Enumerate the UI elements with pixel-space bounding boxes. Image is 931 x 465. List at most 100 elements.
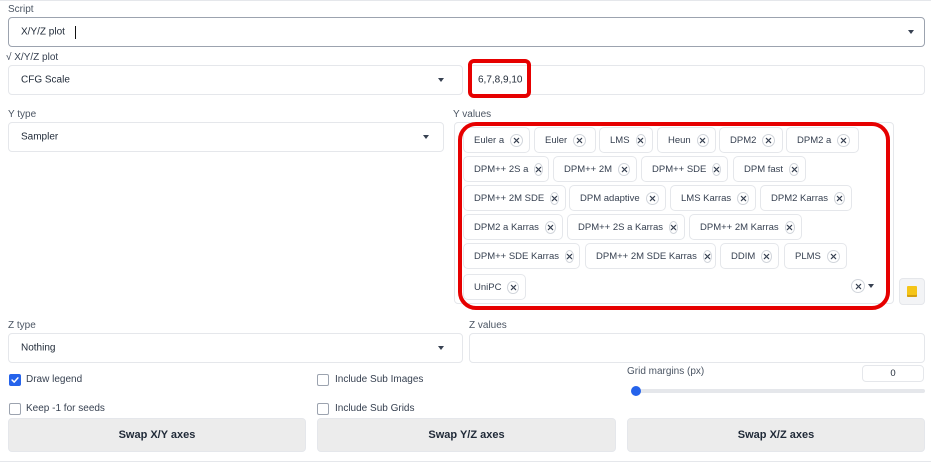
- y-value-chip[interactable]: Euler a: [463, 127, 530, 153]
- y-value-chip-label: Euler a: [474, 134, 505, 146]
- y-value-chip[interactable]: DPM++ 2M SDE Karras: [585, 243, 716, 269]
- y-value-chip-label: UniPC: [474, 281, 502, 293]
- close-icon[interactable]: [544, 220, 556, 234]
- chevron-down-icon[interactable]: [908, 30, 914, 34]
- y-value-chip[interactable]: DPM2 a Karras: [463, 214, 563, 240]
- y-value-chip-label: DPM2 a: [797, 134, 832, 146]
- x-type-dropdown[interactable]: CFG Scale: [8, 65, 463, 95]
- chevron-down-icon[interactable]: [438, 78, 444, 82]
- z-values-label: Z values: [469, 320, 507, 331]
- keep-seeds-label: Keep -1 for seeds: [26, 403, 105, 414]
- y-type-dropdown[interactable]: Sampler: [8, 122, 444, 152]
- close-icon[interactable]: [789, 162, 799, 176]
- close-icon[interactable]: [837, 133, 851, 147]
- grid-margins-slider-track[interactable]: [631, 389, 925, 393]
- include-sub-images-checkbox[interactable]: [317, 374, 329, 386]
- close-icon[interactable]: [712, 162, 722, 176]
- y-value-chip[interactable]: DPM2 Karras: [760, 185, 852, 211]
- x-type-value: CFG Scale: [21, 74, 70, 86]
- y-value-chip[interactable]: DPM fast: [733, 156, 806, 182]
- y-value-chip[interactable]: DPM++ SDE: [641, 156, 728, 182]
- y-value-chip[interactable]: PLMS: [784, 243, 847, 269]
- close-icon[interactable]: [737, 191, 749, 205]
- y-value-chip[interactable]: DPM++ 2M Karras: [689, 214, 802, 240]
- close-icon[interactable]: [565, 249, 574, 263]
- chevron-down-icon[interactable]: [438, 346, 444, 350]
- close-icon[interactable]: [507, 280, 519, 294]
- x-values-input[interactable]: 6,7,8,9,10: [469, 65, 925, 95]
- close-icon[interactable]: [550, 191, 560, 205]
- note-icon: [907, 286, 917, 297]
- include-sub-grids-checkbox[interactable]: [317, 403, 329, 415]
- swap-xy-button[interactable]: Swap X/Y axes: [8, 418, 306, 452]
- y-value-chip[interactable]: DPM++ 2M: [553, 156, 637, 182]
- x-values-text: 6,7,8,9,10: [478, 74, 523, 86]
- draw-legend-label: Draw legend: [26, 374, 83, 385]
- include-sub-grids-label: Include Sub Grids: [335, 403, 415, 414]
- y-type-value: Sampler: [21, 131, 59, 143]
- y-value-chip-label: DPM++ 2S a Karras: [578, 221, 664, 233]
- y-value-chip[interactable]: DDIM: [720, 243, 779, 269]
- y-value-chip-label: DPM++ 2M: [564, 163, 613, 175]
- y-value-chip[interactable]: UniPC: [463, 274, 526, 300]
- close-icon[interactable]: [618, 162, 630, 176]
- close-icon[interactable]: [669, 220, 679, 234]
- y-value-chip[interactable]: Heun: [657, 127, 716, 153]
- close-icon[interactable]: [702, 249, 712, 263]
- y-value-chip[interactable]: DPM2 a: [786, 127, 859, 153]
- y-value-chip-label: DPM2: [730, 134, 757, 146]
- y-value-chip-label: DPM adaptive: [580, 192, 640, 204]
- z-type-dropdown[interactable]: Nothing: [8, 333, 463, 363]
- y-value-chip-label: LMS Karras: [681, 192, 732, 204]
- grid-margins-value: 0: [890, 368, 896, 379]
- y-value-chip[interactable]: LMS Karras: [670, 185, 756, 211]
- y-value-chip-label: DPM++ SDE Karras: [474, 250, 559, 262]
- draw-legend-checkbox[interactable]: [9, 374, 21, 386]
- swap-yz-button[interactable]: Swap Y/Z axes: [317, 418, 616, 452]
- tool-button[interactable]: [899, 278, 925, 305]
- close-icon[interactable]: [696, 133, 709, 147]
- close-icon[interactable]: [826, 249, 840, 263]
- text-cursor: [75, 26, 76, 39]
- chevron-down-icon[interactable]: [868, 284, 874, 288]
- z-values-input[interactable]: [469, 333, 925, 363]
- close-icon[interactable]: [784, 220, 795, 234]
- close-icon[interactable]: [635, 133, 646, 147]
- y-value-chip[interactable]: DPM++ 2M SDE: [463, 185, 566, 211]
- y-value-chip[interactable]: Euler: [534, 127, 596, 153]
- y-value-chip[interactable]: DPM++ 2S a Karras: [567, 214, 685, 240]
- y-value-chip[interactable]: DPM++ SDE Karras: [463, 243, 580, 269]
- y-value-chip-label: DPM++ SDE: [652, 163, 707, 175]
- y-value-chip[interactable]: DPM adaptive: [569, 185, 666, 211]
- close-icon[interactable]: [534, 162, 544, 176]
- close-icon[interactable]: [834, 191, 845, 205]
- close-icon[interactable]: [510, 133, 523, 147]
- grid-margins-label: Grid margins (px): [627, 366, 705, 377]
- y-value-chip[interactable]: DPM2: [719, 127, 783, 153]
- y-value-chip-label: DPM++ 2S a: [474, 163, 529, 175]
- chevron-down-icon[interactable]: [423, 135, 429, 139]
- close-icon[interactable]: [645, 191, 659, 205]
- y-value-chip-label: Euler: [545, 134, 568, 146]
- y-values-label: Y values: [453, 109, 492, 120]
- y-value-chip-label: DPM++ 2M SDE: [474, 192, 545, 204]
- include-sub-images-label: Include Sub Images: [335, 374, 424, 385]
- y-value-chip[interactable]: DPM++ 2S a: [463, 156, 549, 182]
- grid-margins-slider-thumb[interactable]: [631, 386, 641, 396]
- y-value-chip-label: DPM fast: [744, 163, 784, 175]
- section-title: √ X/Y/Z plot: [6, 52, 59, 63]
- panel-bottom-border: [0, 461, 931, 462]
- script-dropdown[interactable]: X/Y/Z plot: [8, 17, 925, 47]
- grid-margins-number[interactable]: 0: [862, 365, 924, 382]
- clear-all-icon[interactable]: [851, 279, 865, 293]
- y-value-chip-label: Heun: [668, 134, 691, 146]
- y-value-chip-label: LMS: [610, 134, 630, 146]
- keep-seeds-checkbox[interactable]: [9, 403, 21, 415]
- swap-xz-button[interactable]: Swap X/Z axes: [627, 418, 925, 452]
- close-icon[interactable]: [573, 133, 587, 147]
- y-value-chip[interactable]: LMS: [599, 127, 653, 153]
- y-value-chip-label: DDIM: [731, 250, 756, 262]
- close-icon[interactable]: [761, 249, 772, 263]
- close-icon[interactable]: [762, 133, 776, 147]
- z-type-label: Z type: [8, 320, 36, 331]
